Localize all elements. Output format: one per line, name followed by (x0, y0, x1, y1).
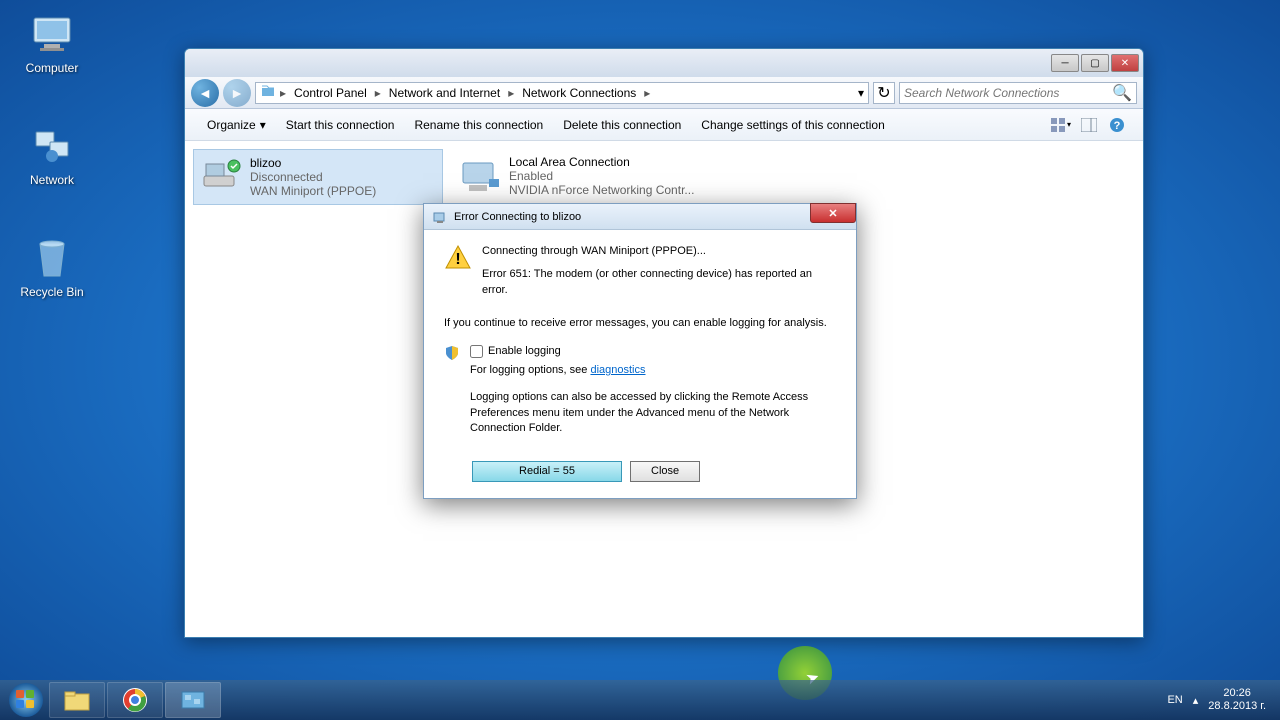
dialog-close-button[interactable]: ✕ (810, 203, 856, 223)
change-settings-button[interactable]: Change settings of this connection (691, 114, 894, 136)
refresh-button[interactable]: ↻ (873, 82, 895, 104)
connection-status: Disconnected (250, 170, 376, 184)
search-input[interactable] (904, 86, 1112, 100)
breadcrumb-item[interactable]: Network Connections (518, 84, 640, 102)
network-icon (28, 122, 76, 170)
folder-icon (260, 83, 276, 102)
preview-pane-button[interactable] (1077, 113, 1101, 137)
computer-icon (28, 10, 76, 58)
desktop-icon-recyclebin[interactable]: Recycle Bin (14, 234, 90, 299)
breadcrumb-item[interactable]: Control Panel (290, 84, 371, 102)
chevron-right-icon: ▸ (508, 86, 514, 100)
connecting-message: Connecting through WAN Miniport (PPPOE).… (482, 244, 836, 259)
chevron-right-icon: ▸ (644, 86, 650, 100)
warning-icon: ! (444, 244, 472, 272)
connection-name: Local Area Connection (509, 155, 694, 169)
svg-text:!: ! (455, 251, 460, 268)
svg-text:?: ? (1114, 120, 1121, 132)
start-connection-button[interactable]: Start this connection (276, 114, 405, 136)
close-button[interactable]: ✕ (1111, 54, 1139, 72)
taskbar-clock[interactable]: 20:26 28.8.2013 г. (1208, 687, 1266, 713)
desktop-icon-computer[interactable]: Computer (14, 10, 90, 75)
desktop-icon-label: Computer (14, 61, 90, 75)
address-bar[interactable]: ▸ Control Panel ▸ Network and Internet ▸… (255, 82, 869, 104)
toolbar: Organize ▾ Start this connection Rename … (185, 109, 1143, 141)
dropdown-icon[interactable]: ▾ (858, 86, 864, 100)
logging-note: Logging options can also be accessed by … (470, 390, 836, 436)
search-box[interactable]: 🔍 (899, 82, 1137, 104)
close-button[interactable]: Close (630, 461, 700, 482)
minimize-button[interactable]: ─ (1051, 54, 1079, 72)
dialup-connection-icon (200, 156, 242, 198)
language-indicator[interactable]: EN (1167, 694, 1182, 706)
continue-message: If you continue to receive error message… (444, 316, 836, 331)
desktop-icon-network[interactable]: Network (14, 122, 90, 187)
error-dialog: Error Connecting to blizoo ✕ ! Connectin… (423, 203, 857, 499)
chevron-right-icon: ▸ (375, 86, 381, 100)
view-options-button[interactable]: ▾ (1049, 113, 1073, 137)
connection-item-blizoo[interactable]: blizoo Disconnected WAN Miniport (PPPOE) (193, 149, 443, 205)
delete-connection-button[interactable]: Delete this connection (553, 114, 691, 136)
desktop-icon-label: Network (14, 173, 90, 187)
dialog-title-text: Error Connecting to blizoo (454, 211, 581, 223)
redial-button[interactable]: Redial = 55 (472, 461, 622, 482)
logging-options-text: For logging options, see (470, 364, 590, 376)
help-button[interactable]: ? (1105, 113, 1129, 137)
shield-icon (444, 345, 460, 361)
start-button[interactable] (4, 682, 48, 718)
taskbar: EN ▴ 20:26 28.8.2013 г. (0, 680, 1280, 720)
forward-button[interactable]: ► (223, 79, 251, 107)
breadcrumb-item[interactable]: Network and Internet (385, 84, 504, 102)
connection-status: Enabled (509, 169, 694, 183)
show-hidden-icon[interactable]: ▴ (1193, 694, 1199, 707)
desktop-icon-label: Recycle Bin (14, 285, 90, 299)
connection-item-lan[interactable]: Local Area Connection Enabled NVIDIA nFo… (453, 149, 703, 205)
ethernet-connection-icon (459, 155, 501, 197)
connection-device: WAN Miniport (PPPOE) (250, 184, 376, 198)
taskbar-network-connections[interactable] (165, 682, 221, 718)
chevron-right-icon: ▸ (280, 86, 286, 100)
connection-name: blizoo (250, 156, 376, 170)
network-small-icon (432, 209, 448, 225)
chevron-down-icon: ▾ (260, 118, 266, 132)
system-tray: EN ▴ 20:26 28.8.2013 г. (1167, 687, 1276, 713)
back-button[interactable]: ◄ (191, 79, 219, 107)
error-message: Error 651: The modem (or other connectin… (482, 267, 836, 298)
nav-bar: ◄ ► ▸ Control Panel ▸ Network and Intern… (185, 77, 1143, 109)
enable-logging-label: Enable logging (488, 344, 561, 359)
taskbar-explorer[interactable] (49, 682, 105, 718)
search-icon[interactable]: 🔍 (1112, 83, 1132, 103)
taskbar-chrome[interactable] (107, 682, 163, 718)
enable-logging-checkbox[interactable] (470, 345, 483, 358)
rename-connection-button[interactable]: Rename this connection (404, 114, 553, 136)
recycle-bin-icon (28, 234, 76, 282)
window-titlebar[interactable]: ─ ▢ ✕ (185, 49, 1143, 77)
maximize-button[interactable]: ▢ (1081, 54, 1109, 72)
dialog-titlebar[interactable]: Error Connecting to blizoo ✕ (424, 204, 856, 230)
diagnostics-link[interactable]: diagnostics (590, 364, 645, 376)
organize-menu[interactable]: Organize ▾ (197, 114, 276, 136)
connection-device: NVIDIA nForce Networking Contr... (509, 183, 694, 197)
